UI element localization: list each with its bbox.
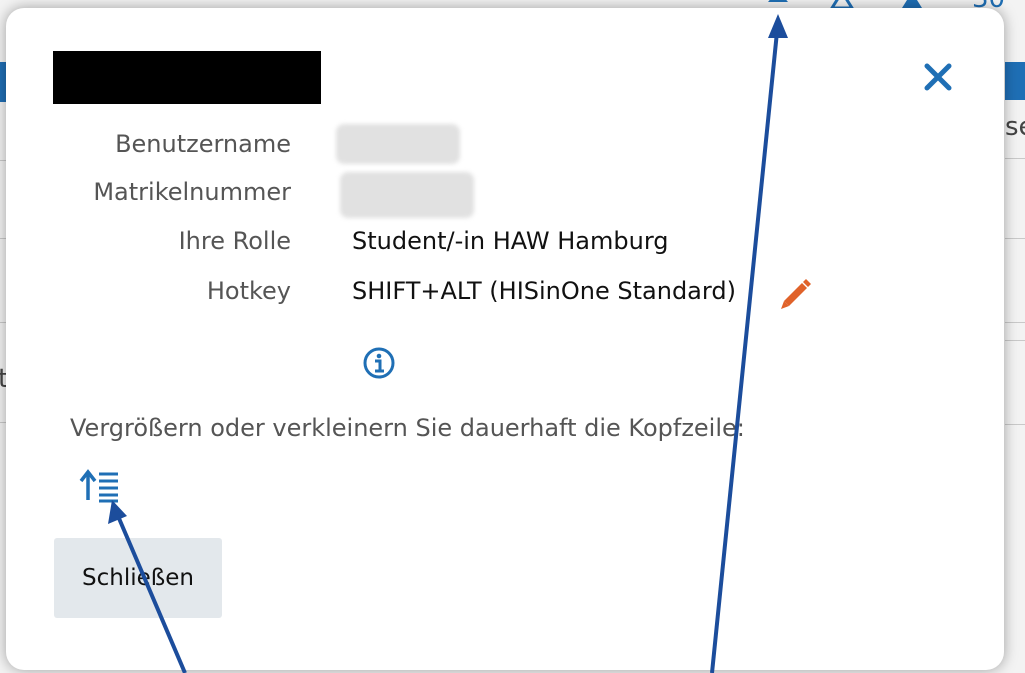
background-divider xyxy=(1005,340,1025,341)
field-label: Hotkey xyxy=(206,277,291,305)
field-row-role: Ihre Rolle Student/-in HAW Hamburg xyxy=(6,227,966,267)
expand-header-icon[interactable] xyxy=(78,466,126,506)
field-value: SHIFT+ALT (HISinOne Standard) xyxy=(352,277,736,305)
background-divider xyxy=(1005,322,1025,323)
background-header-bar-right xyxy=(1005,62,1025,100)
background-divider xyxy=(1005,424,1025,425)
background-divider xyxy=(1005,238,1025,239)
field-row-username: Benutzername xyxy=(6,124,966,170)
close-button[interactable]: Schließen xyxy=(54,538,222,618)
info-icon[interactable] xyxy=(362,346,396,380)
redacted-value xyxy=(336,124,460,164)
user-info-dialog: Benutzername Matrikelnummer Ihre Rolle S… xyxy=(6,8,1004,670)
close-icon[interactable] xyxy=(916,55,960,99)
header-size-hint: Vergrößern oder verkleinern Sie dauerhaf… xyxy=(70,414,745,442)
field-row-hotkey: Hotkey SHIFT+ALT (HISinOne Standard) xyxy=(6,277,966,317)
background-divider xyxy=(1005,158,1025,159)
field-label: Matrikelnummer xyxy=(93,178,291,206)
dialog-title-redacted xyxy=(53,51,321,104)
field-label: Ihre Rolle xyxy=(178,227,291,255)
pencil-icon[interactable] xyxy=(774,271,814,311)
field-label: Benutzername xyxy=(115,130,291,158)
background-text-fragment: se xyxy=(1005,112,1025,142)
redacted-value xyxy=(340,172,474,218)
field-row-matriculation: Matrikelnummer xyxy=(6,172,966,218)
field-value: Student/-in HAW Hamburg xyxy=(352,227,669,255)
